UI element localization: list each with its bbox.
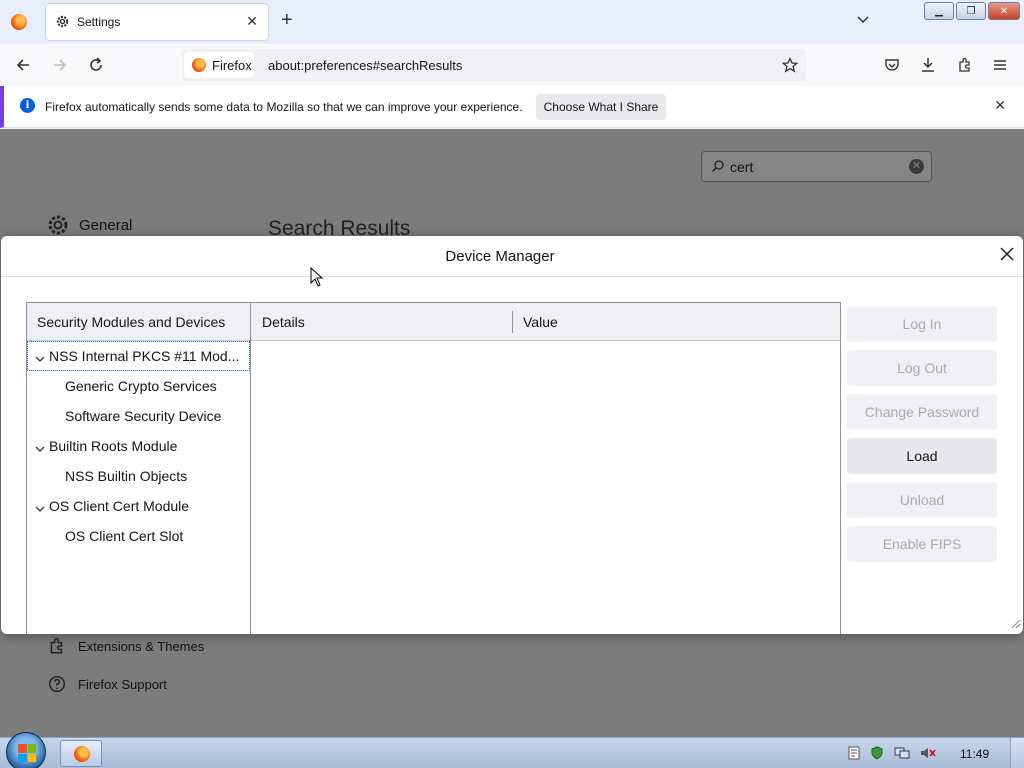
restore-button[interactable]: ❐ [956, 2, 986, 20]
close-icon[interactable]: ✕ [246, 13, 258, 30]
tree-item[interactable]: Builtin Roots Module [28, 432, 249, 460]
volume-muted-icon[interactable] [920, 746, 936, 763]
reload-icon[interactable] [88, 57, 104, 76]
enable-fips-button[interactable]: Enable FIPS [847, 526, 997, 562]
category-extensions-label: Extensions & Themes [78, 639, 205, 654]
gear-icon [55, 14, 70, 32]
table-header: Details Value [251, 303, 840, 341]
tree-item[interactable]: NSS Builtin Objects [28, 462, 249, 490]
choose-what-i-share-button[interactable]: Choose What I Share [536, 94, 666, 120]
close-icon[interactable]: ✕ [994, 97, 1006, 114]
firefox-view-icon[interactable] [11, 14, 27, 30]
search-input[interactable]: cert ✕ [701, 151, 932, 182]
menu-icon[interactable] [992, 57, 1008, 76]
tree-item-label: Generic Crypto Services [65, 378, 217, 394]
window-controls: ▁ ❐ ✕ [924, 2, 1020, 20]
tree-item[interactable]: OS Client Cert Slot [28, 522, 249, 550]
search-query: cert [730, 159, 754, 175]
taskbar: 11:49 [0, 732, 1024, 768]
tree-item[interactable]: NSS Internal PKCS #11 Mod... [27, 341, 250, 371]
notification-bar: i Firefox automatically sends some data … [0, 86, 1024, 128]
start-button[interactable] [6, 732, 46, 768]
network-icon[interactable] [894, 746, 910, 763]
unload-button[interactable]: Unload [847, 482, 997, 518]
column-splitter[interactable] [512, 311, 513, 333]
chevron-down-icon[interactable] [35, 350, 45, 366]
navigation-toolbar: Firefox about:preferences#searchResults [0, 44, 1024, 86]
bookmark-star-icon[interactable] [781, 56, 799, 76]
forward-arrow-icon[interactable] [52, 57, 68, 76]
category-general-label: General [79, 217, 133, 234]
gear-icon [48, 215, 68, 235]
tree-item[interactable]: Software Security Device [28, 402, 249, 430]
identity-box[interactable]: Firefox [184, 52, 254, 78]
firefox-logo-icon [192, 58, 206, 72]
search-icon [711, 159, 725, 176]
url-bar[interactable]: Firefox about:preferences#searchResults [182, 49, 806, 81]
taskbar-firefox-button[interactable] [60, 740, 102, 767]
pocket-icon[interactable] [884, 57, 900, 76]
extensions-icon [50, 638, 63, 654]
clear-search-icon[interactable]: ✕ [909, 159, 924, 174]
tab-settings[interactable]: Settings ✕ [46, 4, 268, 40]
identity-label: Firefox [212, 58, 252, 73]
firefox-logo-icon [74, 746, 90, 762]
windows-logo-icon [18, 744, 36, 762]
back-arrow-icon[interactable] [15, 57, 31, 76]
system-tray [848, 746, 936, 763]
divider [1, 276, 1023, 277]
tree-item-label: NSS Internal PKCS #11 Mod... [49, 348, 240, 364]
tab-strip: Settings ✕ + ▁ ❐ ✕ [0, 0, 1024, 44]
log-in-button[interactable]: Log In [847, 306, 997, 342]
tree-item-label: Software Security Device [65, 408, 222, 424]
help-icon [48, 675, 66, 693]
category-firefox-support[interactable]: Firefox Support [48, 675, 167, 696]
security-modules-tree[interactable]: Security Modules and Devices NSS Interna… [26, 302, 251, 634]
column-header-details[interactable]: Details [262, 314, 305, 330]
tree-item[interactable]: Generic Crypto Services [28, 372, 249, 400]
download-icon[interactable] [920, 57, 936, 76]
security-shield-icon[interactable] [870, 746, 884, 763]
url-text[interactable]: about:preferences#searchResults [268, 58, 462, 73]
log-out-button[interactable]: Log Out [847, 350, 997, 386]
details-table[interactable]: Details Value [251, 302, 841, 634]
resize-grip-icon[interactable] [1009, 617, 1021, 632]
device-manager-dialog: Device Manager Security Modules and Devi… [1, 236, 1023, 634]
chevron-down-icon[interactable] [35, 440, 45, 456]
show-desktop-button[interactable] [1010, 738, 1024, 768]
tree-item[interactable]: OS Client Cert Module [28, 492, 249, 520]
minimize-button[interactable]: ▁ [924, 2, 954, 20]
chevron-down-icon[interactable] [35, 500, 45, 516]
tab-title: Settings [77, 15, 121, 29]
info-icon: i [20, 98, 35, 113]
action-center-icon[interactable] [848, 746, 860, 763]
tree-item-label: Builtin Roots Module [49, 438, 178, 454]
tree-item-label: OS Client Cert Slot [65, 528, 184, 544]
extensions-icon[interactable] [957, 57, 973, 76]
new-tab-button[interactable]: + [281, 10, 293, 30]
taskbar-clock[interactable]: 11:49 [960, 747, 989, 761]
load-button[interactable]: Load [847, 438, 997, 474]
tree-item-label: NSS Builtin Objects [65, 468, 188, 484]
column-header-value[interactable]: Value [523, 314, 558, 330]
chevron-down-icon[interactable] [856, 13, 870, 28]
tree-item-label: OS Client Cert Module [49, 498, 190, 514]
mouse-cursor-icon [310, 266, 324, 290]
category-extensions-themes[interactable]: Extensions & Themes [48, 637, 204, 658]
dialog-title: Device Manager [445, 248, 555, 265]
window-close-button[interactable]: ✕ [988, 2, 1020, 20]
notification-message: Firefox automatically sends some data to… [45, 100, 523, 114]
tree-column-header[interactable]: Security Modules and Devices [27, 303, 250, 341]
category-support-label: Firefox Support [78, 677, 167, 692]
close-icon[interactable] [999, 246, 1015, 265]
change-password-button[interactable]: Change Password [847, 394, 997, 430]
